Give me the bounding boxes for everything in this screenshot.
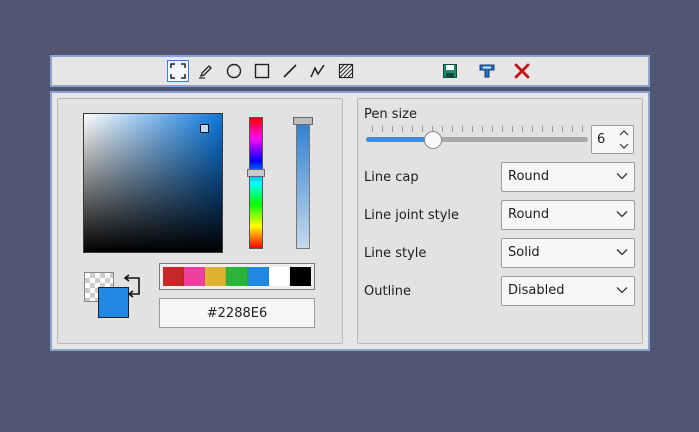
pen-size-value: 6 (597, 132, 606, 147)
color-palette (159, 263, 315, 290)
slider-tick (452, 126, 453, 132)
chevron-up-icon[interactable] (617, 127, 630, 139)
chevron-down-icon (616, 287, 628, 294)
palette-color-5[interactable] (247, 267, 269, 286)
swap-colors-icon[interactable] (120, 274, 144, 300)
alpha-slider[interactable] (296, 120, 310, 249)
pen-size-slider[interactable] (366, 137, 588, 142)
selection-tool-button[interactable] (167, 60, 189, 82)
slider-tick (552, 126, 553, 132)
alpha-slider-handle[interactable] (293, 117, 313, 125)
line-cap-dropdown[interactable]: Round (501, 162, 635, 192)
saturation-value-area[interactable] (83, 113, 223, 253)
stamp-button[interactable] (476, 60, 498, 82)
palette-color-7[interactable] (289, 267, 311, 286)
slider-tick (492, 126, 493, 132)
slider-tick (402, 126, 403, 132)
chevron-down-icon (616, 249, 628, 256)
close-button[interactable] (511, 60, 533, 82)
square-icon (254, 63, 270, 79)
line-style-value: Solid (508, 245, 540, 260)
slider-tick (442, 126, 443, 132)
hue-slider-handle[interactable] (247, 169, 265, 177)
slider-tick (582, 126, 583, 132)
stamp-icon (479, 64, 495, 78)
line-style-label: Line style (364, 246, 427, 261)
saturation-value-handle[interactable] (200, 124, 209, 133)
outline-dropdown[interactable]: Disabled (501, 276, 635, 306)
palette-color-1[interactable] (163, 267, 185, 286)
hatch-icon (338, 63, 354, 79)
slider-tick (482, 126, 483, 132)
line-tool-button[interactable] (279, 60, 301, 82)
outline-value: Disabled (508, 283, 565, 298)
line-joint-style-dropdown[interactable]: Round (501, 200, 635, 230)
pencil-icon (199, 65, 212, 79)
outline-label: Outline (364, 284, 412, 299)
polyline-tool-button[interactable] (307, 60, 329, 82)
slider-tick (562, 126, 563, 132)
slider-tick (392, 126, 393, 132)
palette-color-3[interactable] (205, 267, 227, 286)
slider-tick (422, 126, 423, 132)
line-icon (283, 64, 297, 78)
slider-tick (572, 126, 573, 132)
chevron-down-icon (616, 173, 628, 180)
pen-size-spinbox[interactable]: 6 (591, 125, 634, 154)
slider-tick (462, 126, 463, 132)
hue-slider[interactable] (249, 117, 263, 249)
palette-color-2[interactable] (184, 267, 206, 286)
pen-size-slider-fill (366, 137, 433, 142)
chevron-down-icon (616, 211, 628, 218)
pen-size-ticks (372, 126, 583, 134)
fill-pattern-tool-button[interactable] (335, 60, 357, 82)
close-x-icon (514, 63, 530, 79)
slider-tick (412, 126, 413, 132)
slider-tick (372, 126, 373, 132)
palette-color-6[interactable] (268, 267, 290, 286)
tool-bar (50, 55, 650, 87)
line-style-dropdown[interactable]: Solid (501, 238, 635, 268)
palette-color-4[interactable] (226, 267, 248, 286)
slider-tick (522, 126, 523, 132)
slider-tick (542, 126, 543, 132)
pencil-tool-button[interactable] (195, 60, 217, 82)
rectangle-tool-button[interactable] (251, 60, 273, 82)
line-joint-style-label: Line joint style (364, 208, 460, 223)
selection-icon (170, 63, 186, 79)
hex-color-field[interactable]: #2288E6 (159, 298, 315, 328)
line-cap-label: Line cap (364, 170, 419, 185)
slider-tick (512, 126, 513, 132)
polyline-icon (310, 64, 325, 78)
circle-icon (226, 63, 242, 79)
slider-tick (502, 126, 503, 132)
ellipse-tool-button[interactable] (223, 60, 245, 82)
save-button[interactable] (439, 60, 461, 82)
line-cap-value: Round (508, 169, 550, 184)
chevron-down-icon[interactable] (617, 140, 630, 152)
line-joint-style-value: Round (508, 207, 550, 222)
slider-tick (532, 126, 533, 132)
slider-tick (382, 126, 383, 132)
slider-tick (472, 126, 473, 132)
pen-size-label: Pen size (364, 107, 417, 122)
floppy-disk-icon (443, 64, 457, 78)
pen-size-slider-handle[interactable] (424, 131, 442, 149)
